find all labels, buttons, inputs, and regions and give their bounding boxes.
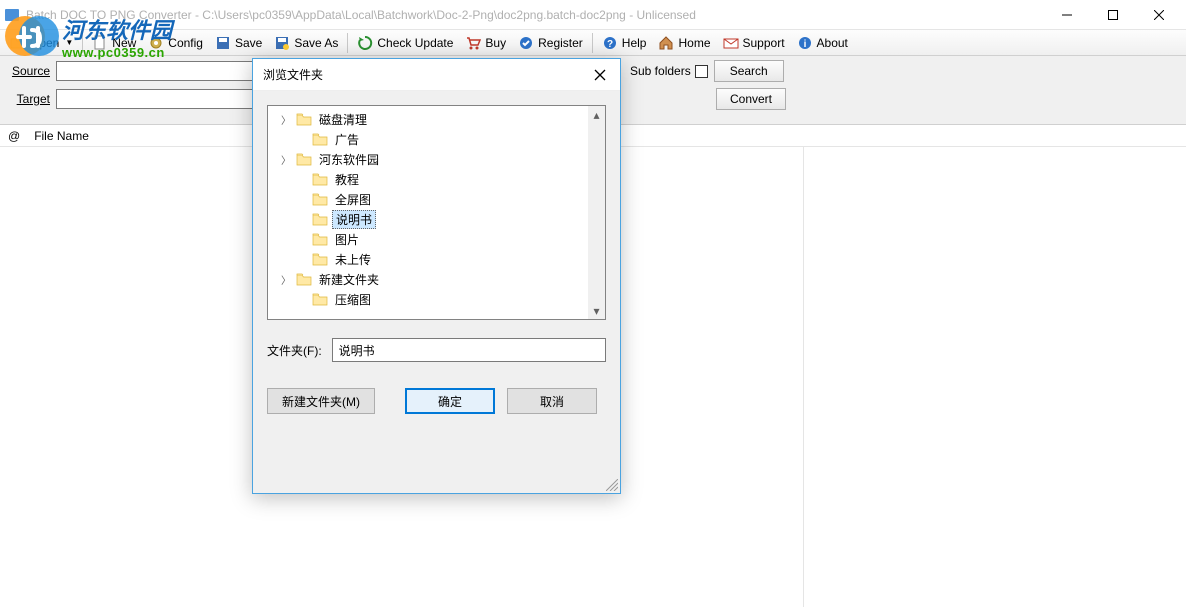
browse-folder-dialog: 浏览文件夹 〉磁盘清理广告〉河东软件园教程全屏图说明书图片未上传〉新建文件夹压缩…: [252, 58, 621, 494]
home-icon: [658, 35, 674, 51]
open-icon: [10, 35, 26, 51]
expander-icon[interactable]: 〉: [280, 272, 292, 287]
save-button[interactable]: Save: [209, 33, 268, 53]
list-pane-right: [804, 147, 1186, 607]
folder-icon: [312, 132, 328, 146]
register-button[interactable]: Register: [512, 33, 589, 53]
config-button[interactable]: Config: [142, 33, 209, 53]
col-filename: File Name: [34, 129, 89, 143]
home-button[interactable]: Home: [652, 33, 716, 53]
check-update-button[interactable]: Check Update: [351, 33, 459, 53]
support-button[interactable]: Support: [717, 33, 791, 53]
folder-icon: [296, 152, 312, 166]
folder-icon: [312, 292, 328, 306]
tree-item-label: 图片: [332, 231, 362, 248]
new-folder-button[interactable]: 新建文件夹(M): [267, 388, 375, 414]
tree-item[interactable]: 说明书: [268, 209, 605, 229]
convert-button[interactable]: Convert: [716, 88, 786, 110]
maximize-button[interactable]: [1090, 0, 1136, 30]
expander-icon[interactable]: 〉: [280, 152, 292, 167]
chevron-down-icon: ▼: [65, 38, 73, 47]
folder-field-label: 文件夹(F):: [267, 342, 322, 359]
tree-item-label: 新建文件夹: [316, 271, 382, 288]
folder-field-input[interactable]: [332, 338, 606, 362]
svg-text:?: ?: [607, 39, 613, 50]
dialog-titlebar: 浏览文件夹: [253, 59, 620, 91]
saveas-button[interactable]: Save As: [268, 33, 344, 53]
resize-grip-icon[interactable]: [606, 479, 618, 491]
tree-item[interactable]: 〉 新建文件夹: [268, 269, 605, 289]
folder-icon: [312, 172, 328, 186]
tree-item[interactable]: 全屏图: [268, 189, 605, 209]
tree-item[interactable]: 〉 磁盘清理: [268, 109, 605, 129]
close-button[interactable]: [1136, 0, 1182, 30]
folder-icon: [296, 272, 312, 286]
app-icon: [4, 7, 20, 23]
help-icon: ?: [602, 35, 618, 51]
search-button[interactable]: Search: [714, 60, 784, 82]
tree-item-label: 未上传: [332, 251, 374, 268]
saveas-icon: [274, 35, 290, 51]
tree-item-label: 河东软件园: [316, 151, 382, 168]
folder-icon: [312, 192, 328, 206]
tree-item[interactable]: 未上传: [268, 249, 605, 269]
subfolders-checkbox-wrap[interactable]: Sub folders: [630, 64, 708, 78]
about-button[interactable]: iAbout: [791, 33, 854, 53]
buy-button[interactable]: Buy: [459, 33, 512, 53]
tree-item[interactable]: 〉 河东软件园: [268, 149, 605, 169]
tree-item-label: 压缩图: [332, 291, 374, 308]
open-button[interactable]: Open▼: [4, 33, 79, 53]
refresh-icon: [357, 35, 373, 51]
folder-icon: [296, 112, 312, 126]
ok-button[interactable]: 确定: [405, 388, 495, 414]
folder-icon: [312, 212, 328, 226]
mail-icon: [723, 35, 739, 51]
help-button[interactable]: ?Help: [596, 33, 653, 53]
register-icon: [518, 35, 534, 51]
svg-text:i: i: [803, 39, 806, 50]
cart-icon: [465, 35, 481, 51]
cancel-button[interactable]: 取消: [507, 388, 597, 414]
window-titlebar: Batch DOC TO PNG Converter - C:\Users\pc…: [0, 0, 1186, 30]
folder-icon: [312, 232, 328, 246]
source-label: Source: [8, 64, 50, 78]
minimize-button[interactable]: [1044, 0, 1090, 30]
subfolders-checkbox[interactable]: [695, 65, 708, 78]
dialog-close-button[interactable]: [590, 65, 610, 85]
tree-item-label: 全屏图: [332, 191, 374, 208]
tree-item[interactable]: 压缩图: [268, 289, 605, 309]
tree-item[interactable]: 广告: [268, 129, 605, 149]
info-icon: i: [797, 35, 813, 51]
tree-scrollbar[interactable]: ▴▾: [588, 106, 605, 319]
folder-icon: [312, 252, 328, 266]
tree-item-label: 教程: [332, 171, 362, 188]
tree-item[interactable]: 图片: [268, 229, 605, 249]
dialog-title: 浏览文件夹: [263, 66, 323, 83]
scroll-up-icon[interactable]: ▴: [588, 106, 605, 123]
expander-icon[interactable]: 〉: [280, 112, 292, 127]
tree-item[interactable]: 教程: [268, 169, 605, 189]
tree-item-label: 磁盘清理: [316, 111, 370, 128]
tree-item-label: 说明书: [332, 210, 376, 229]
save-icon: [215, 35, 231, 51]
window-title: Batch DOC TO PNG Converter - C:\Users\pc…: [26, 8, 1044, 22]
new-button[interactable]: New: [86, 33, 142, 53]
col-at: @: [8, 129, 20, 143]
tree-item-label: 广告: [332, 131, 362, 148]
folder-tree[interactable]: 〉磁盘清理广告〉河东软件园教程全屏图说明书图片未上传〉新建文件夹压缩图▴▾: [267, 105, 606, 320]
toolbar: Open▼ New Config Save Save As Check Upda…: [0, 30, 1186, 56]
scroll-down-icon[interactable]: ▾: [588, 302, 605, 319]
new-icon: [92, 35, 108, 51]
target-label: Target: [8, 92, 50, 106]
gear-icon: [148, 35, 164, 51]
